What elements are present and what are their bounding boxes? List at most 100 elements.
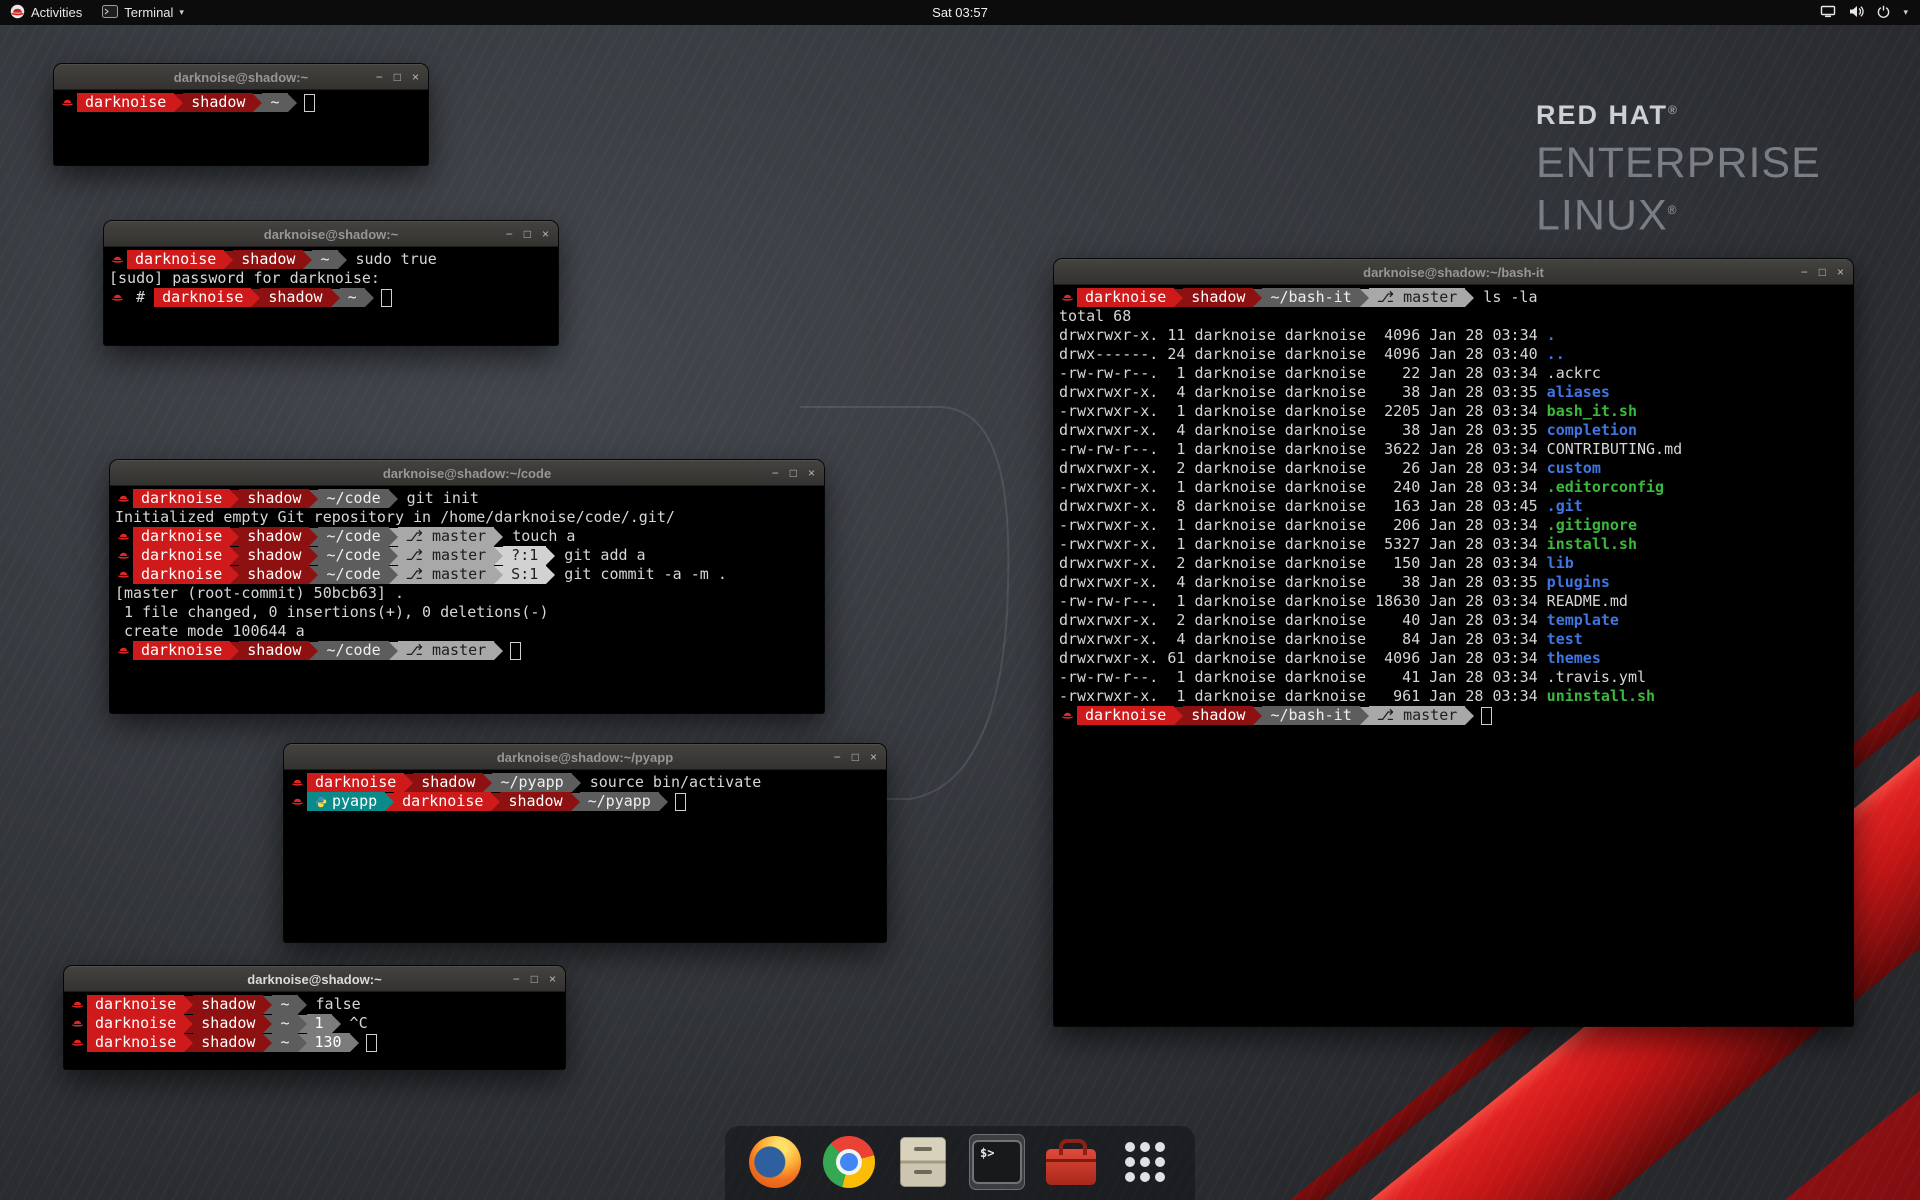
terminal-text: drwxrwxr-x. 2 darknoise darknoise 40 Jan… — [1059, 611, 1547, 630]
minimize-button[interactable]: − — [506, 228, 513, 240]
window-titlebar[interactable]: darknoise@shadow:~−□× — [104, 221, 558, 247]
prompt-segment: shadow — [413, 773, 483, 792]
minimize-button[interactable]: − — [376, 71, 383, 83]
window-titlebar[interactable]: darknoise@shadow:~−□× — [64, 966, 565, 992]
window-titlebar[interactable]: darknoise@shadow:~/pyapp−□ × — [284, 744, 886, 770]
powerline-separator-icon — [546, 547, 555, 565]
terminal-content[interactable]: darknoiseshadow~ — [54, 90, 428, 165]
prompt-segment: pyapp — [307, 792, 385, 811]
brand-enterprise: ENTERPRISE — [1536, 140, 1821, 187]
powerline-separator-icon — [389, 547, 398, 565]
redhat-prompt-icon — [117, 644, 130, 657]
close-button[interactable]: × — [870, 751, 877, 763]
chevron-down-icon: ▾ — [1903, 7, 1908, 18]
terminal-text: drwxrwxr-x. 61 darknoise darknoise 4096 … — [1059, 649, 1547, 668]
prompt-segment: 1 — [307, 1014, 332, 1033]
minimize-button[interactable]: − — [1801, 266, 1808, 278]
terminal-text: [sudo] password for darknoise: — [109, 269, 380, 288]
prompt-segment: ~ — [272, 1014, 297, 1033]
app-menu-terminal[interactable]: Terminal ▾ — [92, 0, 194, 25]
segment-label: shadow — [241, 250, 295, 269]
redhat-prompt-icon — [71, 1036, 84, 1049]
terminal-line: create mode 100644 a — [115, 622, 819, 641]
powerline-separator-icon — [253, 94, 262, 112]
segment-label: 130 — [315, 1033, 342, 1052]
text-cursor — [381, 289, 392, 307]
terminal-content[interactable]: darknoiseshadow~ falsedarknoiseshadow~1 … — [64, 992, 565, 1069]
terminal-line: -rw-rw-r--. 1 darknoise darknoise 18630 … — [1059, 592, 1848, 611]
powerline-separator-icon — [1174, 707, 1183, 725]
maximize-button[interactable]: □ — [394, 71, 401, 83]
maximize-button[interactable]: □ — [531, 973, 538, 985]
activities-button[interactable]: Activities — [0, 0, 92, 25]
terminal-text: -rwxrwxr-x. 1 darknoise darknoise 961 Ja… — [1059, 687, 1547, 706]
prompt-segment: ⎇ master — [1369, 706, 1466, 725]
segment-label: shadow — [247, 546, 301, 565]
dock-item-firefox[interactable] — [747, 1134, 803, 1190]
prompt-segment: ~/code — [318, 546, 388, 565]
maximize-button[interactable]: □ — [852, 751, 859, 763]
minimize-button[interactable]: − — [772, 467, 779, 479]
grid-dot — [1140, 1157, 1150, 1167]
minimize-button[interactable]: − — [513, 973, 520, 985]
terminal-content[interactable]: darknoiseshadow~/pyapp source bin/activa… — [284, 770, 886, 942]
terminal-text: install.sh — [1547, 535, 1637, 554]
terminal-text: test — [1547, 630, 1583, 649]
terminal-text: plugins — [1547, 573, 1610, 592]
prompt-segment: ~ — [272, 1033, 297, 1052]
terminal-app-icon: $> — [972, 1140, 1022, 1184]
terminal-content[interactable]: darknoiseshadow~/bash-it⎇ master ls -lat… — [1054, 285, 1853, 1026]
powerline-separator-icon — [1465, 289, 1474, 307]
powerline-separator-icon — [389, 642, 398, 660]
terminal-text: uninstall.sh — [1547, 687, 1655, 706]
terminal-window: darknoise@shadow:~−□×darknoiseshadow~ fa… — [64, 966, 565, 1069]
maximize-button[interactable]: □ — [790, 467, 797, 479]
powerline-separator-icon — [184, 996, 193, 1014]
segment-label: darknoise — [141, 565, 222, 584]
terminal-text: README.md — [1547, 592, 1628, 611]
prompt-segment: darknoise — [133, 527, 230, 546]
prompt-segment: ~/code — [318, 527, 388, 546]
close-button[interactable]: × — [1837, 266, 1844, 278]
redhat-prompt-icon — [117, 568, 130, 581]
segment-label: shadow — [508, 792, 562, 811]
clock[interactable]: Sat 03:57 — [932, 5, 988, 20]
maximize-button[interactable]: □ — [524, 228, 531, 240]
close-button[interactable]: × — [808, 467, 815, 479]
terminal-line: Initialized empty Git repository in /hom… — [115, 508, 819, 527]
minimize-button[interactable]: − — [834, 751, 841, 763]
redhat-prompt-icon — [117, 549, 130, 562]
window-titlebar[interactable]: darknoise@shadow:~/code−□× — [110, 460, 824, 486]
close-button[interactable]: × — [549, 973, 556, 985]
segment-label: darknoise — [135, 250, 216, 269]
powerline-separator-icon — [263, 996, 272, 1014]
files-icon — [900, 1137, 946, 1187]
dock-item-terminal[interactable]: $> — [969, 1134, 1025, 1190]
terminal-text: ls -la — [1474, 288, 1537, 307]
powerline-separator-icon — [184, 1034, 193, 1052]
window-titlebar[interactable]: darknoise@shadow:~−□× — [54, 64, 428, 90]
terminal-line: darknoiseshadow~ sudo true — [109, 250, 553, 269]
dock-item-toolbox[interactable] — [1043, 1134, 1099, 1190]
powerline-separator-icon — [309, 642, 318, 660]
terminal-content[interactable]: darknoiseshadow~/code git initInitialize… — [110, 486, 824, 713]
window-controls: −□ × — [506, 221, 549, 246]
window-title: darknoise@shadow:~/pyapp — [284, 749, 886, 765]
segment-label: ~/bash-it — [1270, 288, 1351, 307]
firefox-icon — [749, 1136, 801, 1188]
powerline-separator-icon — [263, 1015, 272, 1033]
segment-label: ~ — [280, 995, 289, 1014]
dock-item-app-grid[interactable] — [1117, 1134, 1173, 1190]
window-titlebar[interactable]: darknoise@shadow:~/bash-it−□× — [1054, 259, 1853, 285]
terminal-window: darknoise@shadow:~/pyapp−□ × darknoiseshad… — [284, 744, 886, 942]
prompt-segment: darknoise — [133, 489, 230, 508]
terminal-line: drwx------. 24 darknoise darknoise 4096 … — [1059, 345, 1848, 364]
dock-item-chrome[interactable] — [821, 1134, 877, 1190]
close-button[interactable]: × — [412, 71, 419, 83]
prompt-segment: darknoise — [133, 641, 230, 660]
terminal-content[interactable]: darknoiseshadow~ sudo true[sudo] passwor… — [104, 247, 558, 345]
maximize-button[interactable]: □ — [1819, 266, 1826, 278]
dock-item-files[interactable] — [895, 1134, 951, 1190]
close-button[interactable]: × — [542, 228, 549, 240]
system-status-area[interactable]: ▾ — [1820, 0, 1920, 25]
